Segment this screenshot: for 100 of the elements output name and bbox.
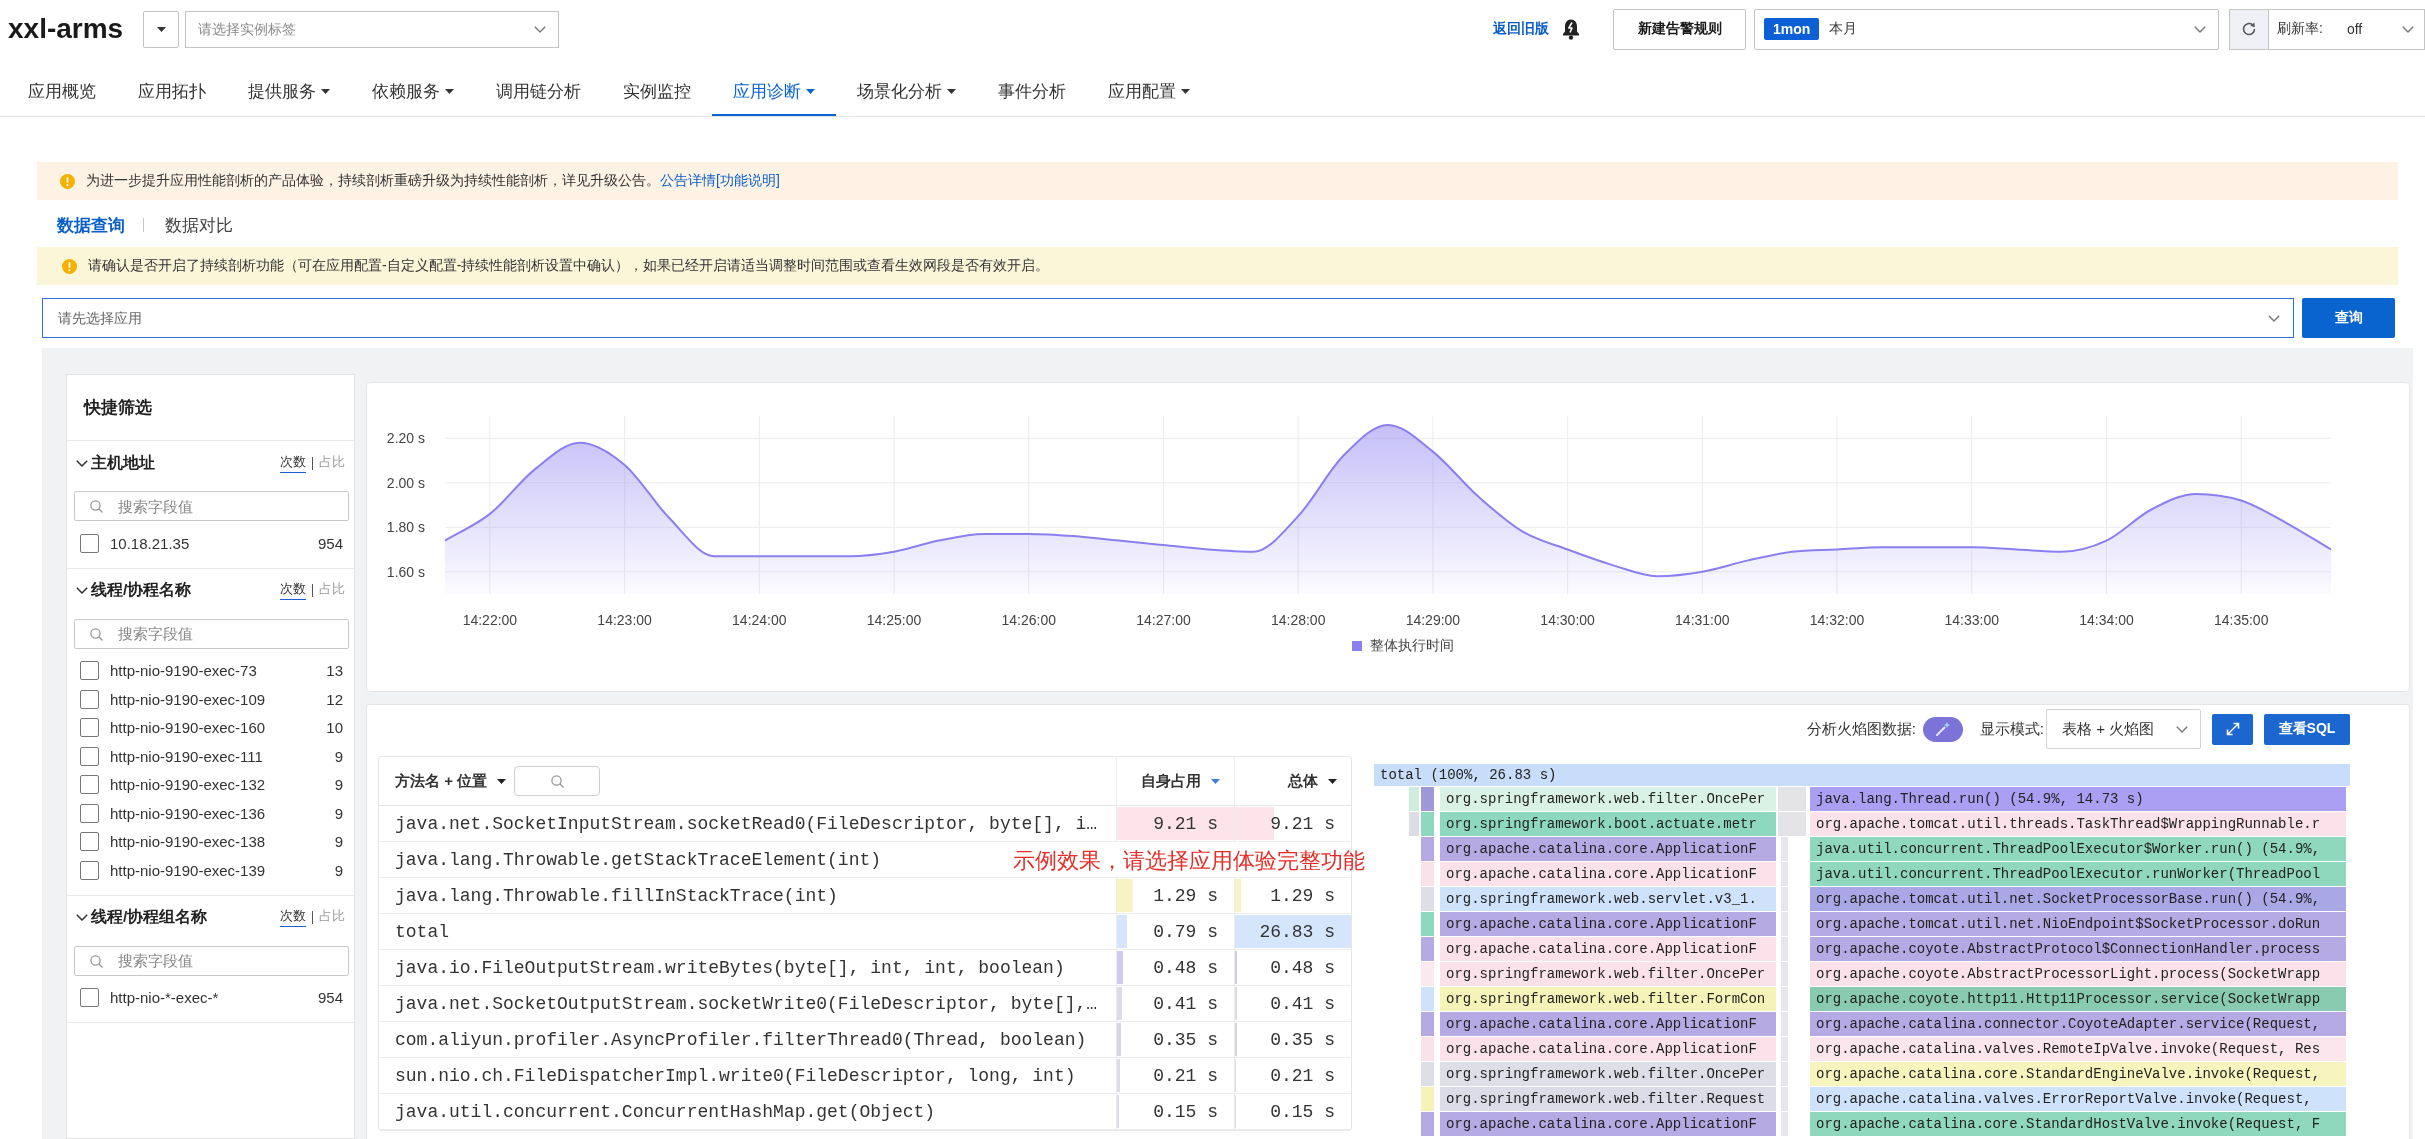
nav-tab[interactable]: 场景化分析 [836,68,977,116]
flame-frame[interactable]: java.util.concurrent.ThreadPoolExecutor.runWorker(ThreadPool [1810,862,2346,886]
view-sql-button[interactable]: 查看SQL [2264,713,2350,745]
flame-frame[interactable] [1421,862,1434,886]
flame-frame[interactable]: org.springframework.web.filter.OncePer [1440,1062,1776,1086]
refresh-rate-select[interactable]: 刷新率: off [2269,8,2425,50]
flame-frame[interactable]: org.apache.coyote.http11.Http11Processor.service(SocketWrapp [1810,987,2346,1011]
flame-frame[interactable]: org.springframework.web.filter.OncePer [1440,787,1776,811]
flame-frame[interactable]: org.apache.catalina.core.ApplicationF [1440,1012,1776,1036]
nav-tab[interactable]: 应用诊断 [712,68,836,116]
flame-frame[interactable]: org.apache.coyote.AbstractProcessorLight.process(SocketWrapp [1810,962,2346,986]
flame-frame[interactable] [1781,937,1788,961]
notice-link[interactable]: 公告详情[功能说明] [660,172,780,188]
checkbox[interactable] [80,988,99,1008]
flame-frame[interactable]: org.apache.catalina.core.ApplicationF [1440,1112,1776,1136]
flame-frame[interactable] [1781,1112,1788,1136]
checkbox[interactable] [80,832,99,852]
flame-frame[interactable]: org.springframework.boot.actuate.metr [1440,812,1776,836]
instance-tag-select[interactable]: 请选择实例标签 [185,10,560,48]
nav-tab[interactable]: 应用概览 [7,68,117,116]
flame-frame[interactable] [1781,1012,1788,1036]
flame-frame[interactable] [1421,812,1434,836]
nav-tab[interactable]: 调用链分析 [475,68,602,116]
flame-frame[interactable]: org.apache.catalina.connector.CoyoteAdapter.service(Request, [1810,1012,2346,1036]
flame-frame[interactable] [1781,887,1788,911]
expand-button[interactable] [2212,713,2253,745]
checkbox[interactable] [80,803,99,823]
flame-frame[interactable]: org.apache.tomcat.util.net.SocketProcessorBase.run() (54.9%, [1810,887,2346,911]
flame-frame[interactable] [1421,1062,1434,1086]
flame-frame[interactable] [1781,962,1788,986]
flame-frame[interactable]: org.apache.tomcat.util.threads.TaskThread$WrappingRunnable.r [1810,812,2346,836]
flame-frame[interactable] [1421,912,1434,936]
checkbox[interactable] [80,718,99,738]
view-tab[interactable]: 数据查询 [57,213,125,237]
flame-frame[interactable] [1781,912,1788,936]
column-header[interactable]: 总体 [1288,771,1337,791]
flame-frame[interactable] [1421,937,1434,961]
flame-frame[interactable] [1421,787,1434,811]
query-button[interactable]: 查询 [2302,298,2395,338]
flame-frame[interactable] [1421,1087,1434,1111]
search-field[interactable]: 搜索字段值 [74,945,349,976]
flame-frame[interactable] [1778,787,1806,811]
checkbox[interactable] [80,689,99,709]
flame-frame[interactable] [1421,1012,1434,1036]
refresh-button[interactable] [2229,8,2269,50]
flame-frame[interactable]: org.apache.catalina.core.ApplicationF [1440,1037,1776,1061]
time-range-select[interactable]: 1mon 本月 [1754,8,2219,50]
flame-frame[interactable]: org.apache.coyote.AbstractProtocol$ConnectionHandler.process [1810,937,2346,961]
nav-tab[interactable]: 事件分析 [977,68,1087,116]
mode-option[interactable]: 次数 [280,581,306,600]
flame-frame[interactable]: java.lang.Thread.run() (54.9%, 14.73 s) [1810,787,2346,811]
flame-frame[interactable] [1781,1062,1788,1086]
flame-frame[interactable] [1409,787,1419,811]
old-version-link[interactable]: 返回旧版 [1493,20,1549,38]
flame-frame[interactable]: org.springframework.web.filter.Request [1440,1087,1776,1111]
checkbox[interactable] [80,775,99,795]
checkbox[interactable] [80,746,99,766]
flame-frame[interactable]: org.springframework.web.filter.FormCon [1440,987,1776,1011]
flame-frame[interactable]: org.apache.catalina.core.ApplicationF [1440,837,1776,861]
mode-option[interactable]: 次数 [280,908,306,927]
flame-frame[interactable] [1421,1112,1434,1136]
app-select[interactable]: 请先选择应用 [42,298,2294,338]
display-mode-select[interactable]: 表格 + 火焰图 [2046,709,2201,749]
flame-frame[interactable]: org.apache.catalina.valves.RemoteIpValve.invoke(Request, Res [1810,1037,2346,1061]
column-search-field[interactable] [514,766,601,796]
flame-frame[interactable] [1421,962,1434,986]
checkbox[interactable] [80,661,99,681]
nav-tab[interactable]: 应用拓扑 [117,68,227,116]
flame-frame[interactable] [1421,837,1434,861]
flame-root-frame[interactable]: total (100%, 26.83 s) [1374,764,2350,786]
flame-frame[interactable]: org.apache.catalina.core.StandardHostValve.invoke(Request, F [1810,1112,2346,1136]
new-alert-rule-button[interactable]: 新建告警规则 [1613,8,1746,50]
flame-frame[interactable]: java.util.concurrent.ThreadPoolExecutor$Worker.run() (54.9%, [1810,837,2346,861]
search-field[interactable]: 搜索字段值 [74,618,349,649]
nav-tab[interactable]: 应用配置 [1087,68,1211,116]
flame-frame[interactable]: org.apache.catalina.core.StandardEngineValve.invoke(Request, [1810,1062,2346,1086]
flame-toggle[interactable] [1922,716,1963,742]
mode-option[interactable]: 次数 [280,453,306,473]
search-field[interactable]: 搜索字段值 [74,491,349,521]
checkbox[interactable] [80,860,99,880]
column-header[interactable]: 自身占用 [1141,771,1220,791]
view-tab[interactable]: 数据对比 [165,213,233,237]
flame-frame[interactable] [1409,812,1419,836]
chevron-down-icon[interactable] [76,914,88,921]
flame-frame[interactable] [1421,987,1434,1011]
flame-frame[interactable]: org.apache.catalina.core.ApplicationF [1440,937,1776,961]
flame-frame[interactable] [1781,1087,1788,1111]
flame-frame[interactable] [1421,887,1434,911]
flame-frame[interactable] [1781,1037,1788,1061]
checkbox[interactable] [80,533,99,553]
flame-frame[interactable] [1778,812,1806,836]
chevron-down-icon[interactable] [76,587,88,594]
flame-frame[interactable]: org.apache.catalina.core.ApplicationF [1440,912,1776,936]
tag-dropdown-button[interactable] [143,10,180,48]
flame-frame[interactable] [1781,862,1788,886]
nav-tab[interactable]: 依赖服务 [351,68,475,116]
bell-icon[interactable] [1561,18,1581,40]
flame-frame[interactable]: org.apache.catalina.valves.ErrorReportValve.invoke(Request, [1810,1087,2346,1111]
chevron-down-icon[interactable] [76,459,88,467]
nav-tab[interactable]: 提供服务 [227,68,351,116]
